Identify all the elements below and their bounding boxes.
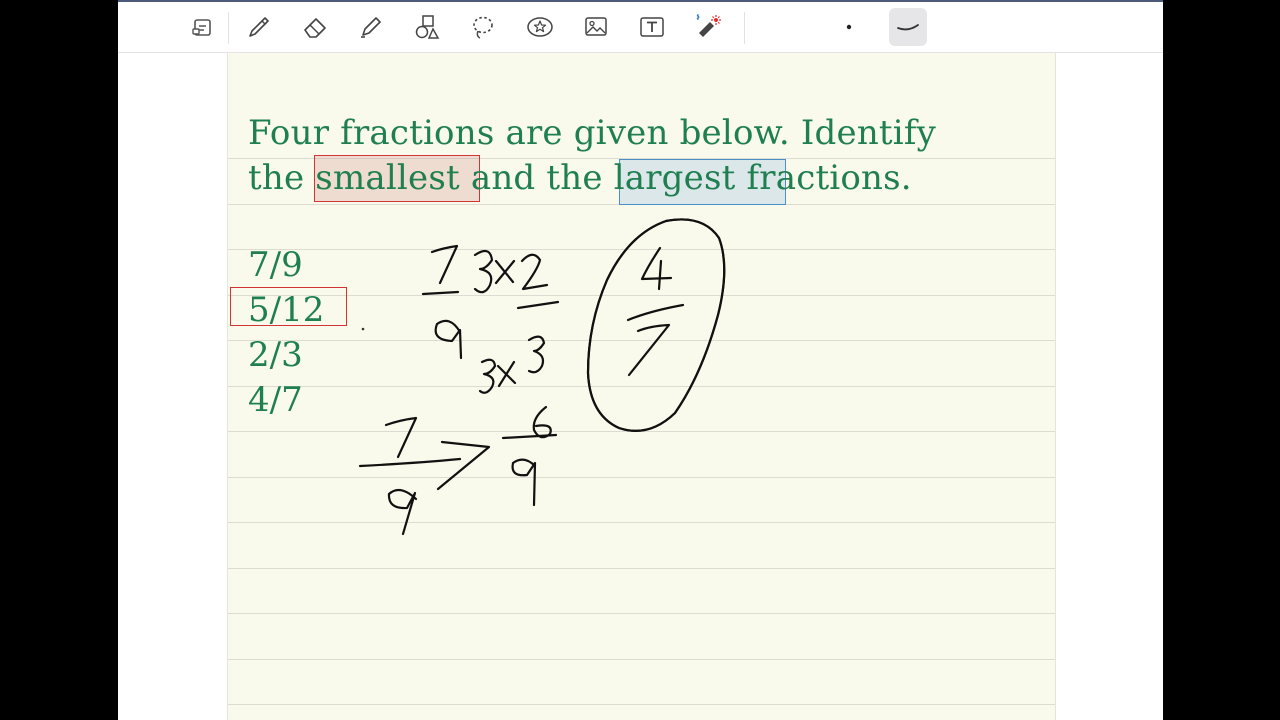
handwritten-3x2-numerator <box>473 249 560 310</box>
page-layout-icon[interactable] <box>183 8 221 46</box>
fraction-item: 4/7 <box>248 380 303 420</box>
ruled-line <box>228 386 1055 387</box>
ruled-line <box>228 568 1055 569</box>
ruled-line <box>228 522 1055 523</box>
word-smallest: smallest <box>315 158 460 198</box>
ruled-line <box>228 613 1055 614</box>
ruled-line <box>228 704 1055 705</box>
eraser-icon[interactable] <box>296 8 334 46</box>
stroke-style-icon[interactable] <box>889 8 927 46</box>
sticker-icon[interactable] <box>521 8 559 46</box>
ink-dot <box>361 327 365 331</box>
pen-icon[interactable] <box>240 8 278 46</box>
handwritten-3x3-denominator <box>478 335 546 394</box>
laser-pointer-icon[interactable] <box>689 8 727 46</box>
toolbar-divider <box>228 12 229 44</box>
fraction-item: 2/3 <box>248 335 303 375</box>
question-text: Four fractions are given below. Identify… <box>248 111 1038 201</box>
ruled-line <box>228 340 1055 341</box>
question-line-2-middle: and the <box>459 158 614 198</box>
fraction-item: 5/12 <box>248 290 325 330</box>
lasso-icon[interactable] <box>464 8 502 46</box>
fraction-item: 7/9 <box>248 245 303 285</box>
handwritten-seven-ninths-greater-than-six-ninths <box>358 405 558 536</box>
shapes-icon[interactable] <box>408 8 446 46</box>
image-icon[interactable] <box>577 8 615 46</box>
notebook-page[interactable]: Four fractions are given below. Identify… <box>227 53 1056 720</box>
notes-app-window: Four fractions are given below. Identify… <box>118 0 1163 720</box>
handwritten-four-sevenths <box>626 246 685 377</box>
text-box-icon[interactable] <box>633 8 671 46</box>
ruled-line <box>228 431 1055 432</box>
ruled-line <box>228 477 1055 478</box>
ruled-line <box>228 295 1055 296</box>
ruled-line <box>228 249 1055 250</box>
highlighter-icon[interactable] <box>352 8 390 46</box>
toolbar-divider <box>744 12 745 44</box>
ruled-line <box>228 659 1055 660</box>
question-line-2-end: fractions. <box>735 158 912 198</box>
handwritten-seven-ninths-times-three <box>421 244 463 360</box>
question-line-1: Four fractions are given below. Identify <box>248 113 937 153</box>
largest-fraction-circle <box>586 218 726 432</box>
drawing-toolbar <box>118 2 1163 53</box>
pen-size-dot-icon[interactable] <box>830 8 868 46</box>
word-largest: largest <box>613 158 736 198</box>
question-line-2-start: the <box>248 158 316 198</box>
